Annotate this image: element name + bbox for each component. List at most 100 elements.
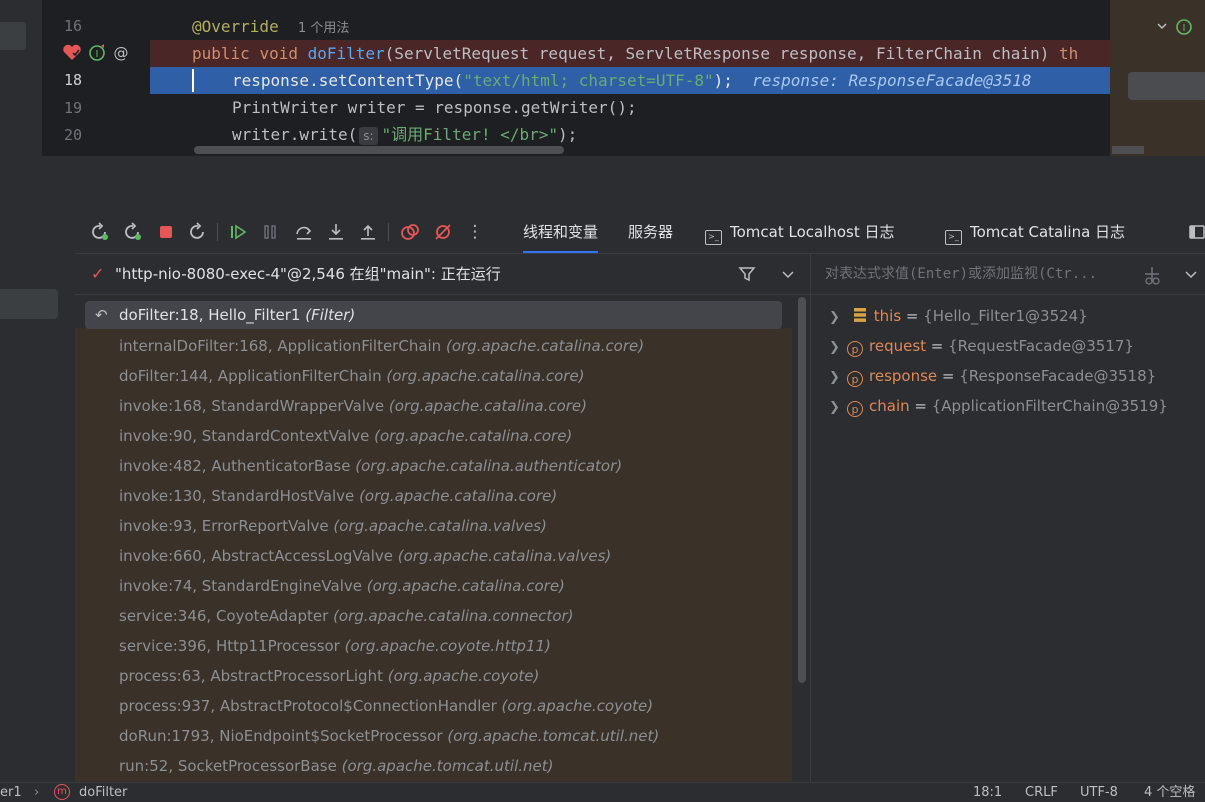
rerun-failed-icon[interactable] <box>121 220 145 244</box>
frame-package: (org.apache.catalina.valves) <box>397 547 612 565</box>
frame-item[interactable]: process:937, AbstractProtocol$Connection… <box>119 691 653 721</box>
variable-row-this[interactable]: ❯ this = {Hello_Filter1@3524} <box>829 301 1088 331</box>
code-line-17: public void doFilter(ServletRequest requ… <box>192 40 1078 67</box>
frame-item[interactable]: process:63, AbstractProcessorLight (org.… <box>119 661 539 691</box>
variable-row-response[interactable]: ❯ p response = {ResponseFacade@3518} <box>829 361 1156 391</box>
parameter-icon: p <box>847 371 863 387</box>
empty-panel-band <box>0 156 1205 212</box>
tab-tomcat-localhost-log[interactable]: >_ Tomcat Localhost 日志 <box>705 211 895 253</box>
filter-icon[interactable] <box>738 265 756 283</box>
frame-method: process:63, AbstractProcessorLight <box>119 667 383 685</box>
variable-row-chain[interactable]: ❯ p chain = {ApplicationFilterChain@3519} <box>829 391 1168 421</box>
structure-scrollbar[interactable] <box>1112 146 1144 154</box>
console-icon: >_ <box>945 230 962 245</box>
code-editor[interactable]: 15 16 19 18 20 I @ @Override 1 个用法 publi… <box>42 0 1110 156</box>
project-tree-stub[interactable] <box>0 22 26 50</box>
tab-threads-variables[interactable]: 线程和变量 <box>523 211 599 253</box>
resume-program-icon[interactable] <box>226 220 250 244</box>
stop-icon[interactable] <box>154 220 178 244</box>
svg-text:@: @ <box>114 44 129 62</box>
implementing-method-icon[interactable]: I <box>88 44 106 62</box>
parameter-icon: p <box>847 341 863 357</box>
keyword: public <box>192 44 250 63</box>
code-text: ); <box>558 125 578 144</box>
evaluate-expression-input[interactable]: 对表达式求值(Enter)或添加监视(Ctr... <box>825 254 1125 294</box>
frames-scrollbar[interactable] <box>798 297 806 683</box>
variable-name: this <box>873 307 902 325</box>
frame-method: invoke:482, AuthenticatorBase <box>119 457 351 475</box>
frame-item[interactable]: invoke:90, StandardContextValve (org.apa… <box>119 421 572 451</box>
indent-setting[interactable]: 4 个空格 <box>1144 783 1195 802</box>
frame-package: (org.apache.catalina.valves) <box>333 517 547 535</box>
frame-package: (org.apache.catalina.core) <box>388 397 588 415</box>
line-number: 15 <box>42 0 82 4</box>
frames-list[interactable]: ↶ doFilter:18, Hello_Filter1 (Filter) in… <box>75 295 810 782</box>
usage-hint[interactable]: 1 个用法 <box>298 21 349 36</box>
step-over-icon[interactable] <box>292 220 316 244</box>
file-encoding[interactable]: UTF-8 <box>1080 783 1118 802</box>
frame-item[interactable]: invoke:93, ErrorReportValve (org.apache.… <box>119 511 547 541</box>
pause-program-icon[interactable] <box>258 220 282 244</box>
frame-package: (org.apache.catalina.authenticator) <box>355 457 623 475</box>
frame-item[interactable]: service:396, Http11Processor (org.apache… <box>119 631 551 661</box>
frame-package: (org.apache.coyote.http11) <box>344 637 551 655</box>
mute-breakpoints-icon[interactable] <box>431 220 455 244</box>
frame-item[interactable]: invoke:482, AuthenticatorBase (org.apach… <box>119 451 622 481</box>
chevron-down-icon[interactable] <box>780 266 796 282</box>
step-into-icon[interactable] <box>324 220 348 244</box>
code-text: ); <box>713 71 733 90</box>
rerun-icon[interactable] <box>88 220 112 244</box>
frame-item[interactable]: invoke:74, StandardEngineValve (org.apac… <box>119 571 565 601</box>
frame-item[interactable]: internalDoFilter:168, ApplicationFilterC… <box>119 331 644 361</box>
add-watch-icon[interactable] <box>1141 264 1163 286</box>
watch-bar: 对表达式求值(Enter)或添加监视(Ctr... <box>811 254 1205 295</box>
variable-name: chain <box>869 397 910 415</box>
code-line-19: PrintWriter writer = response.getWriter(… <box>232 98 637 117</box>
parameter-hint: s: <box>359 127 378 145</box>
frame-item[interactable]: invoke:168, StandardWrapperValve (org.ap… <box>119 391 587 421</box>
frame-package: (org.apache.catalina.core) <box>386 367 585 385</box>
breadcrumb-method[interactable]: doFilter <box>79 783 127 802</box>
frame-package: (org.apache.catalina.core) <box>445 337 645 355</box>
variables-tree[interactable]: ❯ this = {Hello_Filter1@3524} ❯ p request … <box>811 295 1205 782</box>
tab-server[interactable]: 服务器 <box>628 211 673 253</box>
line-separator[interactable]: CRLF <box>1025 783 1058 802</box>
chevron-right-icon[interactable]: ❯ <box>829 363 847 393</box>
more-options-icon[interactable]: ⋮ <box>463 220 487 244</box>
frame-item[interactable]: service:346, CoyoteAdapter (org.apache.c… <box>119 601 574 631</box>
breadcrumb-class[interactable]: er1 <box>0 783 22 802</box>
structure-node-icon[interactable]: I <box>1154 18 1205 36</box>
editor-horizontal-scrollbar[interactable] <box>194 146 564 154</box>
chevron-right-icon[interactable]: ❯ <box>829 303 847 333</box>
status-bar: er1 › m doFilter 18:1 CRLF UTF-8 4 个空格 <box>0 782 1205 802</box>
thread-selector[interactable]: ✓ "http-nio-8080-exec-4"@2,546 在组"main":… <box>75 254 810 295</box>
variable-row-request[interactable]: ❯ p request = {RequestFacade@3517} <box>829 331 1134 361</box>
variable-value: {ApplicationFilterChain@3519} <box>931 397 1168 415</box>
chevron-right-icon[interactable]: ❯ <box>829 393 847 423</box>
view-breakpoints-icon[interactable] <box>398 220 422 244</box>
annotation-at-icon[interactable]: @ <box>112 44 130 62</box>
restart-icon[interactable] <box>186 220 210 244</box>
debug-session-item[interactable] <box>0 289 58 319</box>
chevron-right-icon[interactable]: ❯ <box>829 333 847 363</box>
frame-item[interactable]: invoke:130, StandardHostValve (org.apach… <box>119 481 557 511</box>
code-line-16: @Override 1 个用法 <box>192 13 349 40</box>
frame-item[interactable]: doFilter:144, ApplicationFilterChain (or… <box>119 361 585 391</box>
chevron-down-icon[interactable] <box>1183 266 1199 282</box>
field-stack-icon <box>853 308 866 322</box>
inline-debug-value[interactable]: response: ResponseFacade@3518 <box>752 71 1031 90</box>
frame-item-current[interactable]: ↶ doFilter:18, Hello_Filter1 (Filter) <box>85 301 782 329</box>
frame-item[interactable]: invoke:660, AbstractAccessLogValve (org.… <box>119 541 611 571</box>
frame-item[interactable]: doRun:1793, NioEndpoint$SocketProcessor … <box>119 721 659 751</box>
frame-item[interactable]: run:52, SocketProcessorBase (org.apache.… <box>119 751 554 781</box>
keyword: th <box>1058 44 1079 63</box>
structure-selected-row[interactable] <box>1128 72 1205 100</box>
frame-method: run:52, SocketProcessorBase <box>119 757 337 775</box>
layout-icon[interactable] <box>1185 220 1205 244</box>
checkmark-icon: ✓ <box>91 264 105 283</box>
caret-position[interactable]: 18:1 <box>973 783 1002 802</box>
breakpoint-icon[interactable] <box>62 44 82 62</box>
frame-method: internalDoFilter:168, ApplicationFilterC… <box>119 337 442 355</box>
tab-tomcat-catalina-log[interactable]: >_ Tomcat Catalina 日志 <box>945 211 1125 253</box>
step-out-icon[interactable] <box>356 220 380 244</box>
